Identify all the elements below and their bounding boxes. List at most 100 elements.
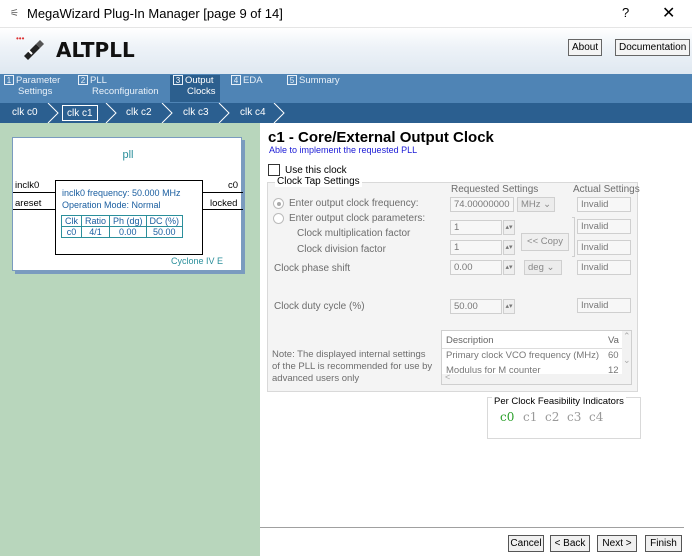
note-line-3: advanced users only [272,373,360,384]
wizard-tabs: 1 Parameter Settings 2 PLL Reconfiguration… [0,74,692,103]
title-bar: ⚟ MegaWizard Plug-In Manager [page 9 of … [0,0,692,28]
tab-summary[interactable]: 5 Summary [287,75,357,102]
pin-line [203,209,243,210]
div-input[interactable]: 1 [450,240,502,255]
tab-pll-reconfiguration[interactable]: 2 PLL Reconfiguration [78,75,163,102]
pin-locked: locked [210,198,238,209]
freq-unit-select[interactable]: MHz ⌄ [517,197,555,212]
mult-input[interactable]: 1 [450,220,502,235]
copy-button[interactable]: << Copy [521,233,569,251]
feasibility-c0: c0 [500,410,515,424]
pll-core-box: inclk0 frequency: 50.000 MHz Operation M… [55,180,203,255]
phase-label: Clock phase shift [274,263,351,274]
close-button[interactable]: ✕ [662,3,675,23]
feasibility-c2: c2 [545,410,560,424]
duty-spinner[interactable]: ▴▾ [503,299,515,314]
page-title: c1 - Core/External Output Clock [268,129,494,146]
phase-spinner[interactable]: ▴▾ [503,260,515,275]
list-header-value: Va [608,335,619,346]
device-family: Cyclone IV E [170,256,223,266]
params-radio-label: Enter output clock parameters: [289,213,426,224]
feasibility-c1: c1 [523,410,538,424]
internal-settings-list[interactable]: Description Va Primary clock VCO frequen… [441,330,632,385]
cancel-button[interactable]: Cancel [508,535,544,552]
chevron-right-icon [105,103,117,123]
use-clock-label: Use this clock [285,165,347,176]
div-actual: Invalid [577,240,631,255]
pll-block-diagram: pll inclk0 areset c0 locked inclk0 frequ… [12,137,243,271]
mult-label: Clock multiplication factor [297,228,411,239]
table-header: Ratio [80,215,111,227]
clock-tab-c0[interactable]: clk c0 [8,105,42,121]
vertical-scrollbar[interactable]: ⌃ ⌄ [622,331,631,384]
table-row: c0 4/1 0.00 50.00 [61,226,184,238]
clock-tab-c3[interactable]: clk c3 [179,105,213,121]
clock-tab-c4[interactable]: clk c4 [236,105,270,121]
pin-areset: areset [15,198,42,209]
clock-table: Clk Ratio Ph (dg) DC (%) c0 4/1 0.00 50.… [61,215,184,238]
clock-tab-c2[interactable]: clk c2 [122,105,156,121]
chevron-right-icon [161,103,173,123]
wizard-header: ••• ALTPLL About Documentation [0,28,692,74]
pin-inclk0: inclk0 [15,180,40,191]
freq-text: inclk0 frequency: 50.000 MHz [62,188,181,198]
megawizard-wand-icon: ••• [16,34,48,62]
finish-button[interactable]: Finish [645,535,682,552]
about-button[interactable]: About [568,39,603,56]
feasibility-c4: c4 [589,410,604,424]
requested-header: Requested Settings [451,184,539,195]
copy-bracket [572,217,575,257]
chevron-right-icon [47,103,59,123]
table-header: Clk [61,215,82,227]
mult-actual: Invalid [577,219,631,234]
next-button[interactable]: Next > [597,535,637,552]
duty-input[interactable]: 50.00 [450,299,502,314]
altpll-logo: ••• ALTPLL [16,34,135,64]
help-button[interactable]: ? [622,5,629,20]
app-wand-icon: ⚟ [10,8,19,19]
pin-c0: c0 [228,180,239,191]
phase-unit-select[interactable]: deg ⌄ [524,260,562,275]
pin-line [13,192,55,193]
mult-spinner[interactable]: ▴▾ [503,220,515,235]
list-item-value: 60 [608,350,619,361]
page-subtitle: Able to implement the requested PLL [269,145,418,155]
freq-input[interactable]: 74.00000000 [450,197,514,212]
note-line-2: of the PLL is recommended for use by [272,361,433,372]
table-header: Ph (dg) [109,215,147,227]
clock-selector-bar: clk c0 clk c1 clk c2 clk c3 clk c4 [0,103,692,123]
params-radio[interactable] [273,213,284,224]
chevron-right-icon [218,103,230,123]
note-line-1: Note: The displayed internal settings [272,349,426,360]
freq-actual: Invalid [577,197,631,212]
tab-output-clocks[interactable]: 3 Output Clocks [170,75,220,102]
pll-name: pll [122,149,134,161]
use-clock-checkbox[interactable] [268,164,280,176]
pin-line [13,209,55,210]
horizontal-scrollbar[interactable]: < [442,372,622,384]
tab-eda[interactable]: 4 EDA [231,75,281,102]
phase-input[interactable]: 0.00 [450,260,502,275]
documentation-button[interactable]: Documentation [615,39,691,56]
tab-parameter-settings[interactable]: 1 Parameter Settings [4,75,70,102]
div-spinner[interactable]: ▴▾ [503,240,515,255]
div-label: Clock division factor [297,244,386,255]
logo-text: ALTPLL [56,38,135,62]
window-title: MegaWizard Plug-In Manager [page 9 of 14… [27,6,283,21]
phase-actual: Invalid [577,260,631,275]
pin-line [203,192,243,193]
actual-header: Actual Settings [573,184,640,195]
feasibility-c3: c3 [567,410,582,424]
list-header-description: Description [446,335,494,346]
freq-radio-label: Enter output clock frequency: [289,198,419,209]
group-label: Clock Tap Settings [275,176,362,187]
duty-label: Clock duty cycle (%) [274,301,365,312]
footer-divider [260,527,684,529]
feasibility-label: Per Clock Feasibility Indicators [492,396,626,407]
chevron-right-icon [273,103,285,123]
clock-tab-c1[interactable]: clk c1 [62,105,98,121]
duty-actual: Invalid [577,298,631,313]
freq-radio[interactable] [273,198,284,209]
back-button[interactable]: < Back [550,535,590,552]
mode-text: Operation Mode: Normal [62,200,161,210]
